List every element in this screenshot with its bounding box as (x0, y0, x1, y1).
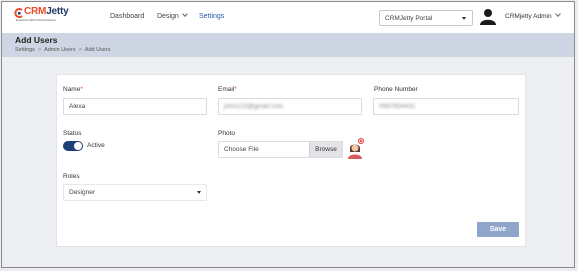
browse-button[interactable]: Browse (309, 142, 342, 157)
page-title: Add Users (15, 35, 58, 45)
chevron-down-icon (181, 11, 188, 17)
nav-design[interactable]: Design (157, 11, 188, 20)
dropdown-caret-icon (197, 191, 201, 194)
breadcrumb-separator: > (37, 47, 42, 53)
crmjetty-logo[interactable]: CRMJetty Enterprise CRM & Portal Solutio… (14, 6, 69, 29)
breadcrumb-settings[interactable]: Settings (15, 47, 35, 53)
phone-label: Phone Number (374, 86, 418, 93)
status-toggle[interactable] (63, 141, 83, 151)
phone-field-value: 0987654432 (379, 103, 416, 110)
nav-settings[interactable]: Settings (199, 13, 224, 20)
email-label: Email* (218, 86, 237, 93)
user-avatar-icon[interactable] (480, 8, 496, 25)
required-mark: * (234, 86, 237, 93)
email-field-value: john123@gmail.com (224, 103, 284, 110)
roles-select[interactable]: Designer (63, 184, 207, 201)
name-field[interactable]: Alexa (63, 98, 207, 115)
breadcrumb-add-users: Add Users (84, 47, 111, 53)
user-menu[interactable]: CRMjetty Admin (505, 11, 561, 20)
dropdown-caret-icon (462, 17, 466, 20)
roles-select-value: Designer (69, 189, 96, 196)
user-name: CRMjetty Admin (505, 13, 552, 20)
name-field-value: Alexa (69, 103, 86, 110)
name-label: Name* (63, 86, 83, 93)
logo-mark-icon (14, 8, 23, 18)
breadcrumb-admin-users[interactable]: Admin Users (44, 47, 75, 53)
chevron-down-icon (554, 11, 561, 17)
logo-wordmark: CRMJetty (24, 6, 69, 17)
remove-photo-icon[interactable] (358, 138, 364, 144)
roles-label: Roles (63, 173, 80, 180)
toggle-knob (74, 142, 82, 150)
status-label: Status (63, 130, 82, 137)
breadcrumb: Settings > Admin Users > Add Users (15, 47, 110, 53)
nav-dashboard-label: Dashboard (110, 13, 145, 20)
page-header: Add Users Settings > Admin Users > Add Users (2, 33, 574, 57)
status-value: Active (87, 142, 105, 149)
top-navbar: CRMJetty Enterprise CRM & Portal Solutio… (2, 2, 574, 33)
photo-file-input[interactable]: Choose File Browse (218, 141, 343, 158)
add-user-form: Name* Alexa Email* john123@gmail.com Pho… (56, 74, 526, 247)
email-field[interactable]: john123@gmail.com (218, 98, 362, 115)
nav-dashboard[interactable]: Dashboard (110, 13, 144, 20)
logo-tagline: Enterprise CRM & Portal Solutions (16, 19, 56, 22)
portal-select-value: CRMJetty Portal (385, 15, 433, 22)
breadcrumb-separator: > (78, 47, 82, 53)
phone-field[interactable]: 0987654432 (373, 98, 519, 115)
required-mark: * (80, 86, 83, 93)
photo-label: Photo (218, 130, 235, 137)
nav-design-label: Design (157, 13, 179, 20)
close-icon (359, 139, 363, 143)
nav-settings-label: Settings (199, 13, 225, 20)
portal-select[interactable]: CRMJetty Portal (379, 10, 473, 26)
app-window: CRMJetty Enterprise CRM & Portal Solutio… (1, 1, 575, 268)
file-input-placeholder: Choose File (224, 146, 259, 153)
save-button[interactable]: Save (477, 222, 519, 237)
